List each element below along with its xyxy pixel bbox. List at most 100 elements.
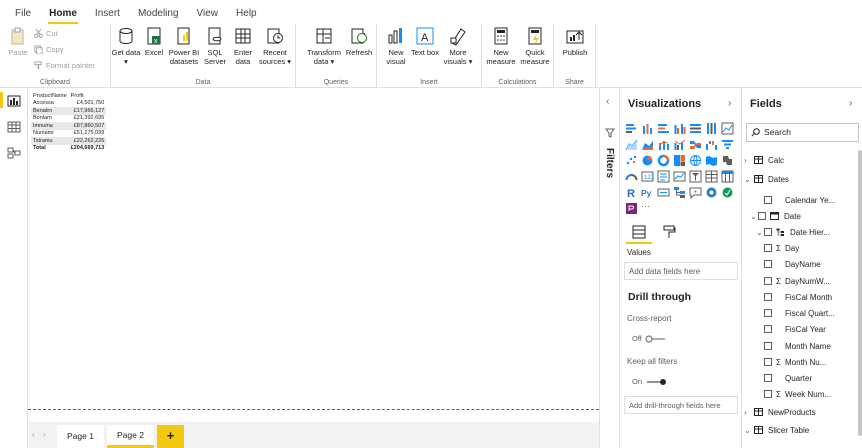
tab-home[interactable]: Home — [40, 8, 86, 24]
field-month-name[interactable]: Month Name — [764, 340, 831, 352]
text-box-button[interactable]: A Text box — [411, 26, 439, 57]
format-painter-button[interactable]: Format painter — [34, 61, 95, 70]
more-visuals-button[interactable]: More visuals ▾ — [439, 26, 477, 66]
refresh-button[interactable]: Refresh — [344, 26, 374, 57]
smart-narrative-icon[interactable] — [721, 186, 734, 199]
page-tab-1[interactable]: Page 1 — [57, 425, 104, 448]
recent-sources-button[interactable]: Recent sources ▾ — [257, 26, 293, 66]
clustered-column-icon[interactable] — [673, 122, 686, 135]
card-icon[interactable]: 123 — [641, 170, 654, 183]
sql-server-button[interactable]: SQL Server — [201, 26, 229, 66]
cut-button[interactable]: Cut — [34, 29, 58, 38]
100-stacked-column-icon[interactable] — [705, 122, 718, 135]
python-visual-icon[interactable]: Py — [641, 186, 654, 199]
slicer-icon[interactable] — [689, 170, 702, 183]
tab-view[interactable]: View — [188, 8, 228, 24]
line-clustered-column-icon[interactable] — [673, 138, 686, 151]
copy-button[interactable]: Copy — [34, 45, 64, 54]
line-chart-icon[interactable] — [721, 122, 734, 135]
prev-page-icon[interactable]: ‹ — [32, 430, 35, 439]
fields-wells-icon[interactable] — [632, 225, 646, 239]
page-tab-2[interactable]: Page 2 — [107, 425, 154, 448]
field-table-newproducts[interactable]: › NewProducts — [744, 406, 816, 418]
funnel-icon[interactable] — [721, 138, 734, 151]
pie-chart-icon[interactable] — [641, 154, 654, 167]
field-fiscal-quarter[interactable]: Fiscal Quart... — [764, 307, 835, 319]
100-stacked-bar-icon[interactable] — [689, 122, 702, 135]
field-fiscal-month[interactable]: FisCal Month — [764, 291, 832, 303]
field-table-dates[interactable]: ⌄ Dates — [744, 173, 789, 185]
values-well[interactable]: Add data fields here — [624, 262, 738, 280]
multi-row-card-icon[interactable] — [657, 170, 670, 183]
map-icon[interactable] — [689, 154, 702, 167]
chevron-left-icon[interactable]: ‹ — [606, 96, 609, 107]
tab-insert[interactable]: Insert — [86, 8, 129, 24]
keep-filters-toggle[interactable]: On — [632, 377, 667, 386]
fields-search-input[interactable]: Search — [746, 123, 859, 142]
transform-data-button[interactable]: Transform data ▾ — [304, 26, 344, 66]
clustered-bar-icon[interactable] — [657, 122, 670, 135]
chevron-right-icon[interactable]: › — [849, 98, 852, 109]
field-daynumweek[interactable]: Σ DayNumW... — [764, 275, 830, 287]
model-view-icon[interactable] — [7, 147, 21, 159]
qa-visual-icon[interactable] — [689, 186, 702, 199]
decomposition-tree-icon[interactable] — [673, 186, 686, 199]
stacked-column-icon[interactable] — [641, 122, 654, 135]
scatter-chart-icon[interactable] — [625, 154, 638, 167]
publish-button[interactable]: Publish — [556, 26, 594, 57]
field-date-hierarchy[interactable]: ⌄ Date Hier... — [756, 226, 830, 238]
field-calendar-year[interactable]: Calendar Ye... — [764, 194, 835, 206]
excel-button[interactable]: x Excel — [141, 26, 167, 57]
field-dayname[interactable]: DayName — [764, 258, 821, 270]
area-chart-icon[interactable] — [625, 138, 638, 151]
field-fiscal-year[interactable]: FisCal Year — [764, 323, 826, 335]
table-visual[interactable]: ProductName Profit Accessa £4,501,750 Ben… — [31, 92, 107, 152]
key-influencers-icon[interactable] — [657, 186, 670, 199]
cross-report-toggle[interactable]: Off — [632, 334, 667, 343]
stacked-area-icon[interactable] — [641, 138, 654, 151]
power-bi-datasets-button[interactable]: Power BI datasets — [167, 26, 201, 66]
get-data-button[interactable]: Get data ▾ — [111, 26, 141, 66]
column-header[interactable]: Profit — [69, 92, 107, 100]
new-visual-button[interactable]: New visual — [381, 26, 411, 66]
ribbon-chart-icon[interactable] — [689, 138, 702, 151]
r-visual-icon[interactable]: R — [625, 186, 638, 199]
table-icon[interactable] — [705, 170, 718, 183]
line-stacked-column-icon[interactable] — [657, 138, 670, 151]
field-month-number[interactable]: Σ Month Nu... — [764, 356, 826, 368]
fields-scrollbar[interactable] — [858, 150, 862, 436]
field-table-slicer[interactable]: ⌄ Slicer Table — [744, 424, 809, 436]
chevron-right-icon[interactable]: › — [728, 98, 731, 109]
gauge-icon[interactable] — [625, 170, 638, 183]
paste-button[interactable]: Paste — [0, 26, 36, 57]
waterfall-icon[interactable] — [705, 138, 718, 151]
quick-measure-button[interactable]: Quick measure — [518, 26, 552, 66]
format-paint-roller-icon[interactable] — [662, 225, 676, 239]
filled-map-icon[interactable] — [705, 154, 718, 167]
kpi-icon[interactable] — [673, 170, 686, 183]
next-page-icon[interactable]: › — [43, 430, 46, 439]
matrix-icon[interactable] — [721, 170, 734, 183]
data-view-icon[interactable] — [7, 121, 21, 133]
donut-chart-icon[interactable] — [657, 154, 670, 167]
field-quarter[interactable]: Quarter — [764, 372, 812, 384]
arcgis-map-icon[interactable] — [705, 186, 718, 199]
report-view-icon[interactable] — [7, 95, 21, 107]
stacked-bar-icon[interactable] — [625, 122, 638, 135]
power-apps-icon[interactable] — [625, 202, 638, 215]
tab-help[interactable]: Help — [227, 8, 266, 24]
report-canvas[interactable]: ProductName Profit Accessa £4,501,750 Ben… — [28, 88, 599, 422]
more-options-icon[interactable]: ··· — [641, 202, 654, 215]
field-day[interactable]: Σ Day — [764, 242, 799, 254]
add-page-button[interactable]: + — [157, 425, 184, 448]
field-date[interactable]: ⌄ Date — [750, 210, 801, 222]
field-week-number[interactable]: Σ Week Num... — [764, 388, 831, 400]
field-table-calc[interactable]: › Calc — [744, 154, 784, 166]
new-measure-button[interactable]: New measure — [484, 26, 518, 66]
enter-data-button[interactable]: Enter data — [229, 26, 257, 66]
filters-pane-collapsed[interactable]: ‹ Filters — [599, 88, 620, 448]
treemap-icon[interactable] — [673, 154, 686, 167]
tab-modeling[interactable]: Modeling — [129, 8, 188, 24]
shape-map-icon[interactable] — [721, 154, 734, 167]
column-header[interactable]: ProductName — [31, 92, 69, 100]
